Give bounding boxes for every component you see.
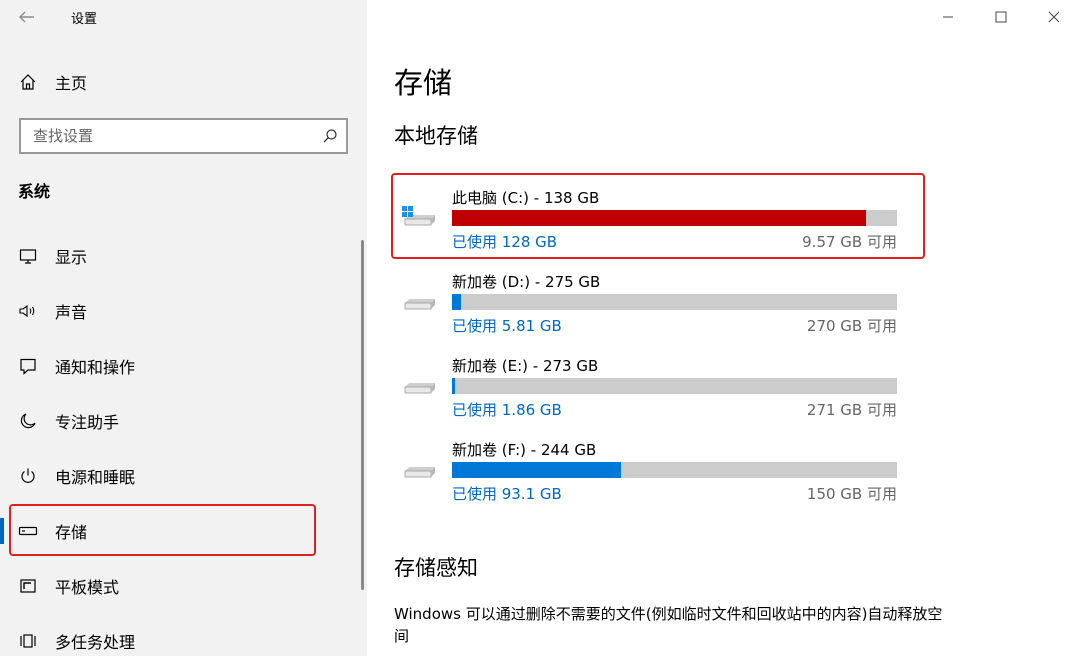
section-label: 系统 xyxy=(18,182,51,201)
maximize-button[interactable] xyxy=(974,0,1027,34)
used-space: 已使用 1.86 GB xyxy=(452,401,562,419)
storage-sense-title: 存储感知 xyxy=(394,556,478,580)
drive-name: 新加卷 (D:) - 275 GB xyxy=(452,273,601,291)
sidebar-item-label: 主页 xyxy=(55,74,88,93)
drive-name: 新加卷 (F:) - 244 GB xyxy=(452,441,597,459)
page-title: 存储 xyxy=(394,66,453,100)
sidebar-item-tablet-mode[interactable]: 平板模式 xyxy=(0,564,360,608)
free-space: 150 GB 可用 xyxy=(806,485,897,503)
window-controls xyxy=(921,0,1080,34)
drive-item-f[interactable]: 新加卷 (F:) - 244 GB 已使用 93.1 GB 150 GB 可用 xyxy=(394,429,902,509)
home-icon xyxy=(18,72,38,92)
main-content: 存储 本地存储 此电脑 (C:) - 138 GB 已使用 128 GB 9.5… xyxy=(367,0,1080,656)
sidebar-item-label: 多任务处理 xyxy=(55,633,136,652)
used-space: 已使用 93.1 GB xyxy=(452,485,562,503)
moon-icon xyxy=(18,411,38,431)
usage-bar xyxy=(452,462,897,478)
sidebar-item-multitasking[interactable]: 多任务处理 xyxy=(0,619,360,656)
maximize-icon xyxy=(995,11,1006,23)
sidebar-item-notifications[interactable]: 通知和操作 xyxy=(0,344,360,388)
sidebar-item-label: 电源和睡眠 xyxy=(55,468,136,487)
sidebar-scrollbar[interactable] xyxy=(361,240,364,590)
free-space: 270 GB 可用 xyxy=(806,317,897,335)
sidebar-item-display[interactable]: 显示 xyxy=(0,234,360,278)
usage-bar xyxy=(452,378,897,394)
speaker-icon xyxy=(18,301,38,321)
close-icon xyxy=(1048,11,1059,23)
drive-icon xyxy=(404,299,435,310)
usage-bar-fill xyxy=(452,378,456,394)
search-input[interactable] xyxy=(21,120,311,152)
search-icon[interactable] xyxy=(321,127,339,145)
usage-bar-fill xyxy=(452,462,622,478)
search-box[interactable] xyxy=(19,118,348,154)
monitor-icon xyxy=(18,246,38,266)
sidebar-item-focus-assist[interactable]: 专注助手 xyxy=(0,399,360,443)
power-icon xyxy=(18,466,38,486)
sidebar-item-label: 通知和操作 xyxy=(55,358,136,377)
used-space: 已使用 5.81 GB xyxy=(452,317,562,335)
local-storage-title: 本地存储 xyxy=(394,124,478,148)
usage-bar-fill xyxy=(452,294,462,310)
drive-icon xyxy=(404,467,435,478)
drive-item-d[interactable]: 新加卷 (D:) - 275 GB 已使用 5.81 GB 270 GB 可用 xyxy=(394,261,902,341)
drive-name: 新加卷 (E:) - 273 GB xyxy=(452,357,599,375)
back-button[interactable] xyxy=(16,6,38,28)
sidebar-item-power[interactable]: 电源和睡眠 xyxy=(0,454,360,498)
sidebar-item-sound[interactable]: 声音 xyxy=(0,289,360,333)
drive-icon xyxy=(404,383,435,394)
sidebar-item-label: 显示 xyxy=(55,248,88,267)
app-title: 设置 xyxy=(71,12,98,27)
titlebar-left: 设置 xyxy=(0,0,367,34)
sidebar-item-label: 专注助手 xyxy=(55,413,120,432)
multitask-icon xyxy=(18,631,38,651)
notification-icon xyxy=(18,356,38,376)
sidebar: 设置 主页 系统 显示 声音 通知和操作 xyxy=(0,0,367,656)
sidebar-item-home[interactable]: 主页 xyxy=(0,60,360,104)
tablet-icon xyxy=(18,576,38,596)
minimize-button[interactable] xyxy=(921,0,974,34)
storage-sense-description: Windows 可以通过删除不需要的文件(例如临时文件和回收站中的内容)自动释放… xyxy=(394,605,943,645)
highlight-box-drive-c xyxy=(391,173,925,259)
usage-bar xyxy=(452,294,897,310)
sidebar-item-label: 声音 xyxy=(55,303,88,322)
minimize-icon xyxy=(942,16,953,18)
drive-item-e[interactable]: 新加卷 (E:) - 273 GB 已使用 1.86 GB 271 GB 可用 xyxy=(394,345,902,425)
sidebar-item-label: 平板模式 xyxy=(55,578,120,597)
back-arrow-icon xyxy=(19,11,34,23)
free-space: 271 GB 可用 xyxy=(806,401,897,419)
highlight-box-storage xyxy=(9,504,316,556)
close-button[interactable] xyxy=(1027,0,1080,34)
